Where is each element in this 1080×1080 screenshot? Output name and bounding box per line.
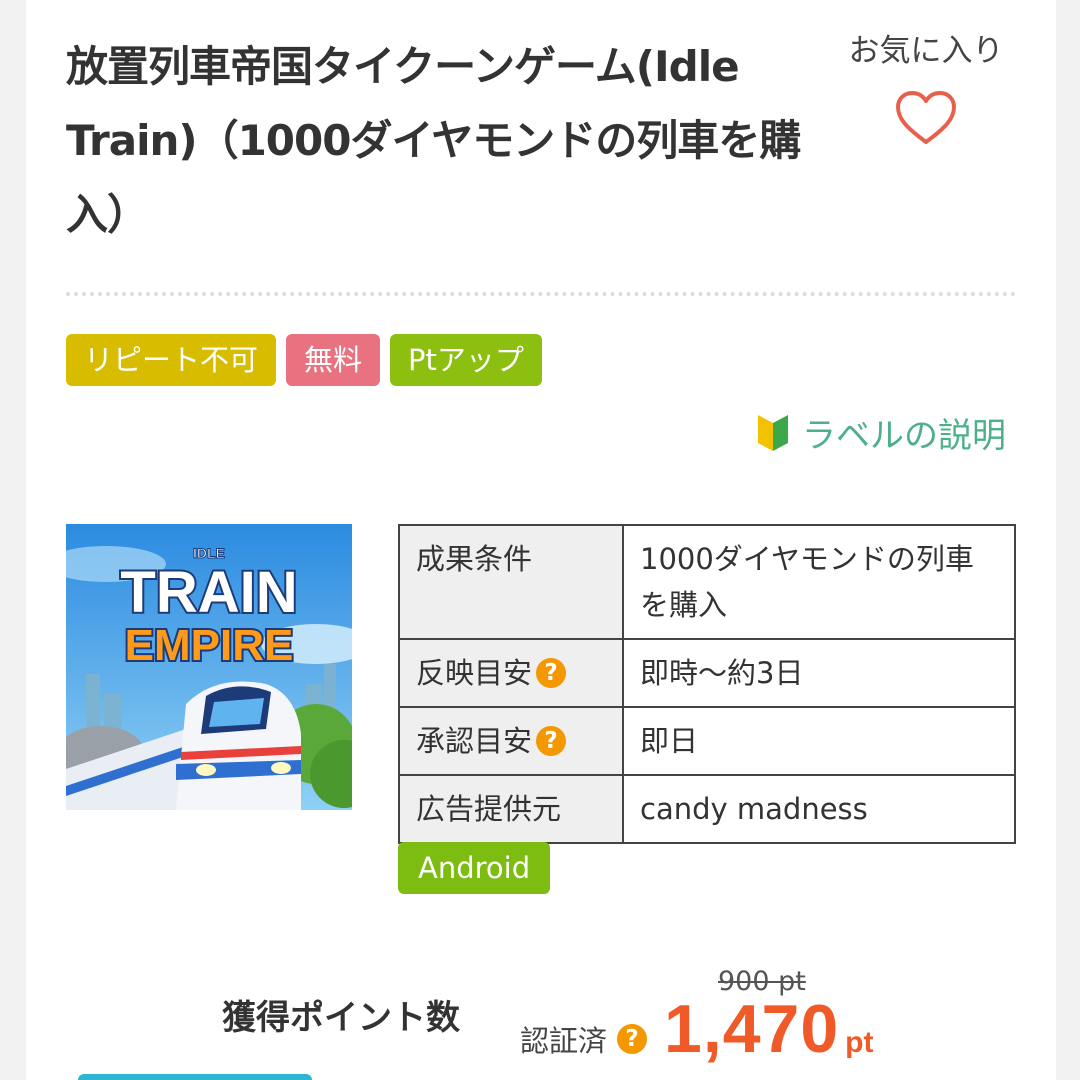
- dotted-divider: [66, 292, 1016, 296]
- app-icon-image: IDLE TRAIN EMPIRE: [66, 524, 352, 810]
- points-unit: pt: [845, 1026, 874, 1059]
- help-icon[interactable]: ?: [536, 658, 567, 688]
- points-value: 1,470 pt: [664, 990, 874, 1068]
- help-icon[interactable]: ?: [536, 726, 567, 756]
- app-icon-text-train: TRAIN: [120, 560, 297, 625]
- page-title: 放置列車帝国タイクーンゲーム(Idle Train)（1000ダイヤモンドの列車…: [66, 42, 801, 239]
- verified-label: 認証済: [520, 1024, 608, 1058]
- table-row: 承認目安? 即日: [398, 706, 1016, 776]
- badge-list: リピート不可 無料 Ptアップ: [66, 334, 542, 386]
- info-value: 1000ダイヤモンドの列車を購入: [622, 524, 1016, 640]
- verified-status: 認証済 ?: [520, 1018, 648, 1060]
- info-key: 反映目安: [416, 656, 533, 690]
- platform-badge: Android: [398, 842, 551, 894]
- info-key-cell: 承認目安?: [398, 706, 624, 776]
- info-key-cell: 反映目安?: [398, 638, 624, 708]
- info-value: candy madness: [622, 774, 1016, 844]
- label-help-link[interactable]: ラベルの説明: [756, 408, 1006, 457]
- app-icon-text-idle: IDLE: [193, 545, 225, 561]
- info-key: 広告提供元: [398, 774, 624, 844]
- offer-info-table: 成果条件 1000ダイヤモンドの列車を購入 反映目安? 即時〜約3日 承認目安?…: [398, 524, 1016, 844]
- app-icon-text-empire: EMPIRE: [125, 621, 294, 670]
- points-number: 1,470: [664, 991, 840, 1067]
- info-value: 即時〜約3日: [622, 638, 1016, 708]
- table-row: 広告提供元 candy madness: [398, 774, 1016, 844]
- table-row: 成果条件 1000ダイヤモンドの列車を購入: [398, 524, 1016, 640]
- info-key: 承認目安: [416, 724, 533, 758]
- points-label: 獲得ポイント数: [222, 998, 460, 1038]
- badge-no-repeat: リピート不可: [66, 334, 277, 386]
- favorite-button[interactable]: お気に入り: [836, 30, 1016, 146]
- favorite-label: お気に入り: [848, 33, 1004, 69]
- help-icon[interactable]: ?: [617, 1024, 648, 1054]
- offer-card: 放置列車帝国タイクーンゲーム(Idle Train)（1000ダイヤモンドの列車…: [26, 0, 1056, 1080]
- badge-pt-up: Ptアップ: [390, 334, 542, 386]
- info-value: 即日: [622, 706, 1016, 776]
- badge-free: 無料: [286, 334, 381, 386]
- beginner-mark-icon: [758, 414, 788, 451]
- heart-outline-icon[interactable]: [895, 90, 957, 146]
- info-key: 成果条件: [398, 524, 624, 640]
- table-row: 反映目安? 即時〜約3日: [398, 638, 1016, 708]
- bottom-button-edge[interactable]: [78, 1074, 312, 1080]
- label-help-text: ラベルの説明: [802, 416, 1006, 456]
